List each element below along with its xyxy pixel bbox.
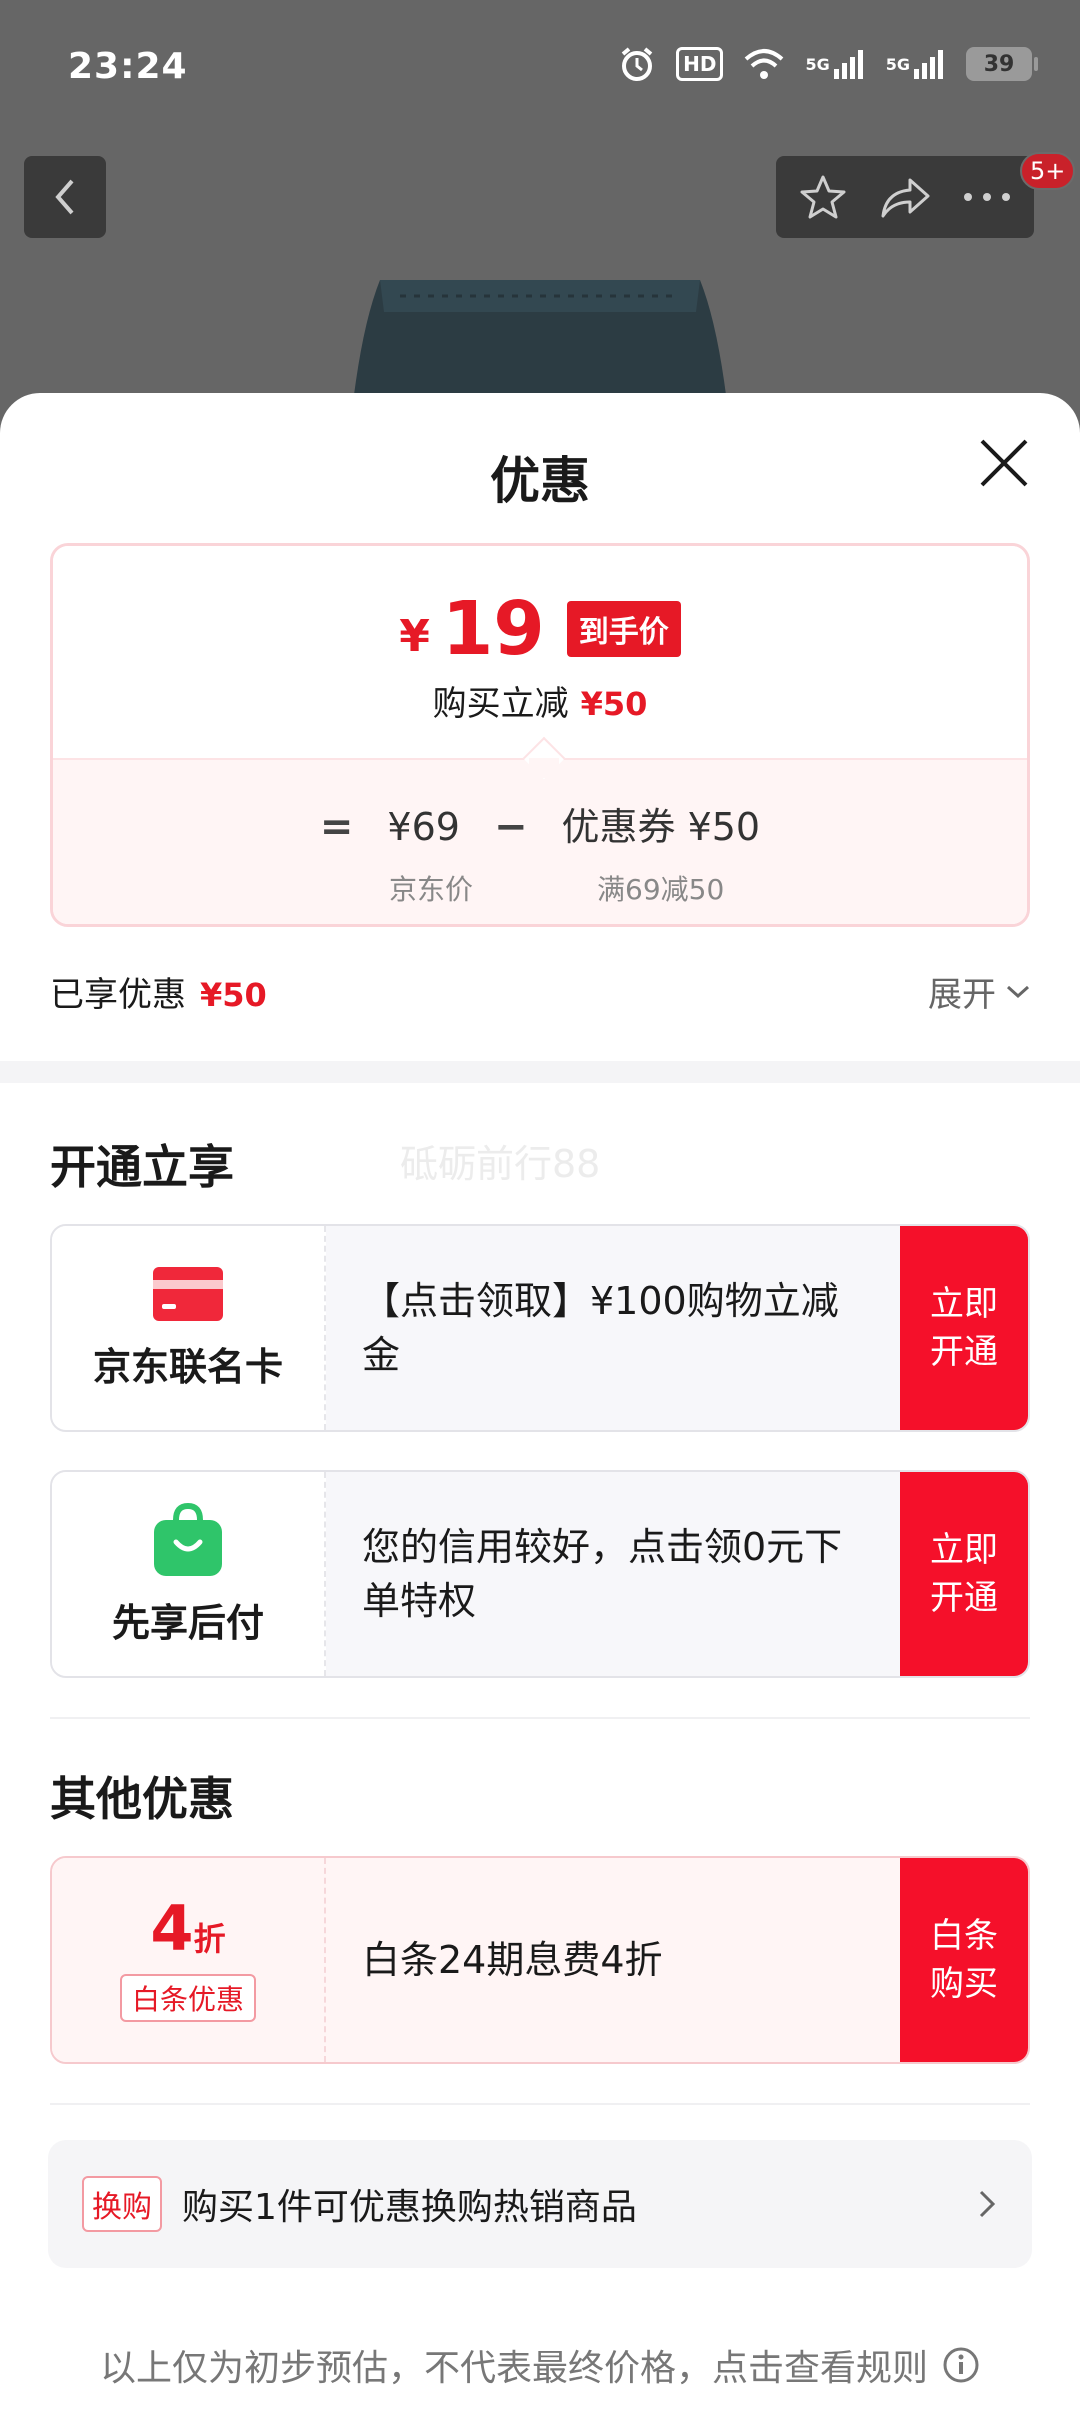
alarm-icon	[618, 44, 656, 84]
more-button[interactable]	[951, 161, 1023, 233]
offer-name: 京东联名卡	[92, 1344, 283, 1389]
offer-left-baitiao: 4折 白条优惠	[52, 1858, 326, 2062]
signal-5g-icon-2: 5G	[886, 44, 946, 84]
minus-sign: −	[493, 804, 528, 850]
discount-unit: 折	[193, 1920, 226, 1958]
open-cobrand-card-button[interactable]: 立即开通	[900, 1226, 1028, 1430]
enjoyed-discount: 已享优惠 ¥50	[50, 967, 267, 1016]
chevron-down-icon	[1006, 985, 1030, 998]
status-bar: 23:24 HD 5G 5G 39	[0, 0, 1080, 140]
chevron-right-icon	[979, 2190, 996, 2218]
credit-card-icon	[153, 1266, 223, 1321]
back-button[interactable]	[24, 156, 106, 238]
discount-sheet: 优惠 ¥ 19 到手价 购买立减 ¥50 = ¥69 − 优惠券 ¥50 京东价 …	[0, 393, 1080, 2412]
jd-price-caption: 京东价	[389, 873, 474, 906]
close-button[interactable]	[972, 431, 1036, 495]
expand-label: 展开	[928, 975, 996, 1015]
offer-name: 先享后付	[111, 1600, 264, 1645]
background-product-page: 23:24 HD 5G 5G 39 5+	[0, 0, 1080, 430]
shopping-bag-icon	[154, 1502, 222, 1576]
close-icon	[980, 439, 1028, 487]
share-button[interactable]	[869, 161, 941, 233]
battery-icon: 39	[966, 47, 1038, 81]
discount-rate: 4折	[150, 1898, 225, 1960]
equals-sign: =	[319, 804, 354, 850]
hd-icon: HD	[676, 47, 724, 81]
wifi-icon	[743, 44, 785, 84]
favorite-button[interactable]	[787, 161, 859, 233]
open-section-title: 开通立享	[50, 1140, 234, 1194]
instant-discount: 购买立减 ¥50	[53, 676, 1027, 725]
chevron-left-icon	[55, 179, 74, 215]
coupon-amount: ¥50	[687, 805, 761, 849]
footer-note-text: 以上仅为初步预估，不代表最终价格，点击查看规则	[99, 2348, 928, 2389]
more-dots-icon	[964, 193, 1010, 201]
signal-5g-icon-1: 5G	[805, 44, 865, 84]
offer-desc: 您的信用较好，点击领0元下单特权	[362, 1525, 843, 1623]
sheet-title: 优惠	[490, 452, 590, 510]
other-section-title: 其他优惠	[50, 1772, 234, 1826]
watermark: 砥砺前行88	[400, 1142, 601, 1186]
enjoyed-label: 已享优惠	[50, 975, 186, 1015]
message-badge: 5+	[1020, 152, 1076, 190]
final-price-tag: 到手价	[566, 601, 681, 657]
line-divider	[50, 2103, 1030, 2105]
status-time: 23:24	[68, 46, 188, 87]
offer-left-paylater: 先享后付	[52, 1472, 326, 1676]
discount-number: 4	[150, 1892, 194, 1965]
open-paylater-button[interactable]: 立即开通	[900, 1472, 1028, 1676]
enjoyed-amount: ¥50	[200, 976, 267, 1014]
star-icon	[800, 175, 846, 219]
share-icon	[881, 178, 930, 218]
final-price: 19	[441, 586, 545, 672]
price-rules-note[interactable]: 以上仅为初步预估，不代表最终价格，点击查看规则	[0, 2339, 1080, 2391]
exchange-row[interactable]: 换购 购买1件可优惠换购热销商品	[48, 2140, 1032, 2268]
instant-discount-label: 购买立减	[432, 684, 569, 724]
offer-desc: 【点击领取】¥100购物立减金	[362, 1279, 839, 1377]
price-breakdown-card: ¥ 19 到手价 购买立减 ¥50 = ¥69 − 优惠券 ¥50 京东价 满69…	[50, 543, 1030, 927]
price-summary: ¥ 19 到手价 购买立减 ¥50	[53, 546, 1027, 756]
exchange-tag: 换购	[82, 2176, 162, 2232]
offer-left-cobrand: 京东联名卡	[52, 1226, 326, 1430]
instant-discount-amount: ¥50	[580, 685, 648, 723]
section-divider	[0, 1061, 1080, 1083]
expand-button[interactable]: 展开	[928, 967, 1030, 1016]
offer-desc: 白条24期息费4折	[362, 1938, 663, 1982]
final-price-currency: ¥	[399, 610, 430, 662]
coupon-label: 优惠券	[561, 805, 676, 849]
price-formula: = ¥69 − 优惠券 ¥50 京东价 满69减50	[53, 758, 1027, 924]
baitiao-tag: 白条优惠	[119, 1974, 256, 2022]
info-icon	[943, 2347, 979, 2383]
coupon-caption: 满69减50	[597, 873, 725, 906]
status-icons: HD 5G 5G 39	[618, 44, 1038, 84]
jd-price: ¥69	[387, 805, 460, 849]
nav-action-group	[776, 156, 1034, 238]
baitiao-buy-button[interactable]: 白条购买	[900, 1858, 1028, 2062]
offer-card-cobrand: 京东联名卡 【点击领取】¥100购物立减金 立即开通	[50, 1224, 1030, 1432]
line-divider	[50, 1717, 1030, 1719]
exchange-text: 购买1件可优惠换购热销商品	[182, 2187, 637, 2228]
offer-card-baitiao: 4折 白条优惠 白条24期息费4折 白条购买	[50, 1856, 1030, 2064]
offer-card-paylater: 先享后付 您的信用较好，点击领0元下单特权 立即开通	[50, 1470, 1030, 1678]
coupon-value: 优惠券 ¥50	[561, 796, 760, 851]
